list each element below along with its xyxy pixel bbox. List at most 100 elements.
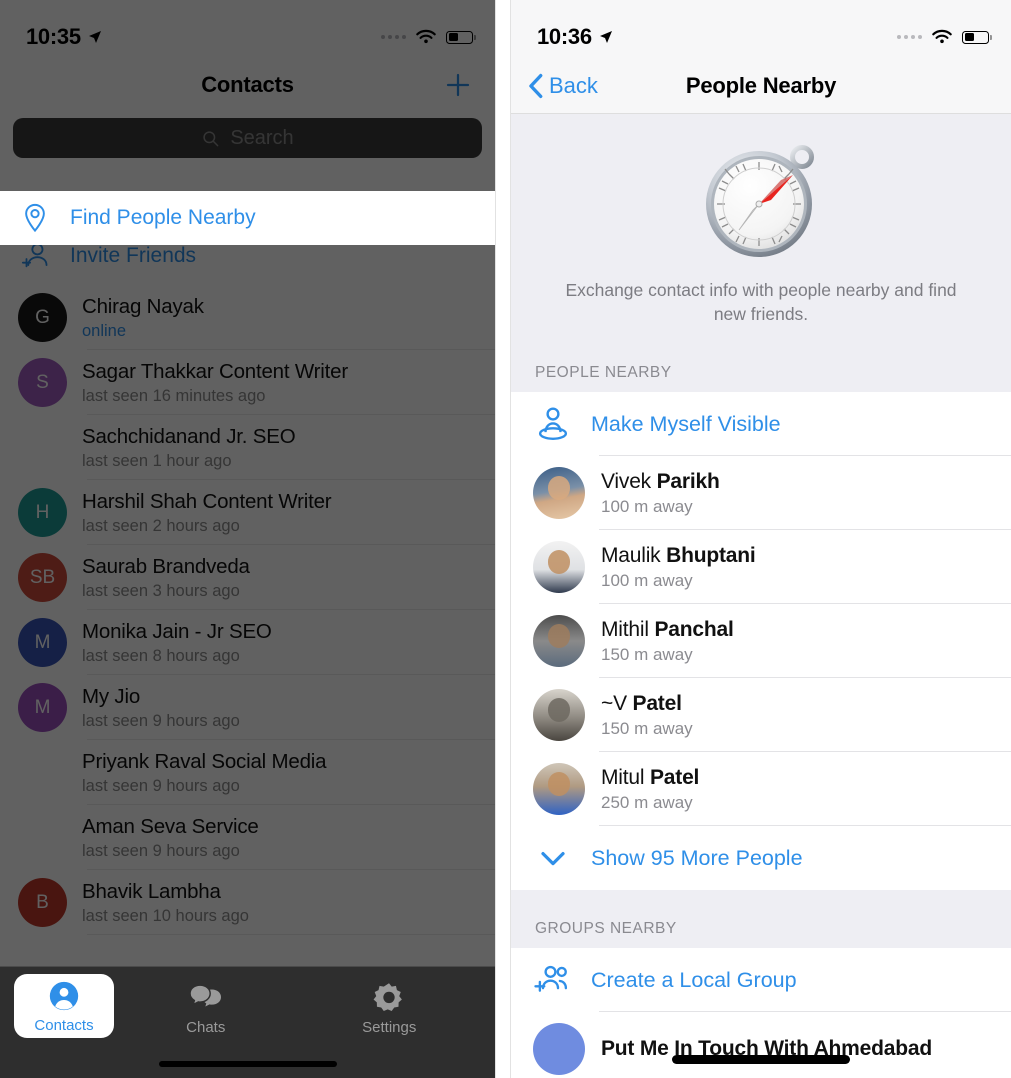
contact-texts: Harshil Shah Content Writer last seen 2 h… — [82, 489, 332, 536]
contact-texts: Priyank Raval Social Media last seen 9 ho… — [82, 749, 327, 796]
contact-status: last seen 10 hours ago — [82, 906, 249, 925]
status-time-group: 10:36 — [537, 24, 614, 50]
person-last-name: Parikh — [656, 469, 720, 493]
nearby-person-row[interactable]: Vivek Parikh 100 m away — [511, 456, 1011, 531]
contact-name: Saurab Brandveda — [82, 554, 250, 578]
contact-name: Aman Seva Service — [82, 814, 259, 838]
battery-icon — [446, 30, 476, 44]
location-arrow-icon — [88, 31, 101, 43]
contact-name: My Jio — [82, 684, 141, 708]
compass-wrap — [511, 140, 1011, 262]
show-more-people-row[interactable]: Show 95 More People — [511, 826, 1011, 891]
contact-row[interactable]: M Monika Jain - Jr SEO last seen 8 hours a… — [0, 610, 495, 675]
contact-status: last seen 8 hours ago — [82, 646, 240, 665]
avatar: M — [18, 618, 67, 667]
cellular-dots-icon — [381, 35, 406, 39]
contact-texts: Saurab Brandveda last seen 3 hours ago — [82, 555, 250, 601]
person-name: ~V Patel — [601, 692, 693, 716]
contact-status: last seen 9 hours ago — [82, 776, 240, 795]
contact-name: Bhavik Lambha — [82, 879, 221, 903]
contact-row[interactable]: G Chirag Nayak online — [0, 285, 495, 350]
search-container: Search — [0, 112, 495, 172]
make-myself-visible-row[interactable]: Make Myself Visible — [511, 392, 1011, 457]
find-people-nearby-row[interactable]: Find People Nearby — [0, 191, 495, 245]
contact-texts: Sachchidanand Jr. SEO last seen 1 hour ag… — [82, 424, 296, 471]
status-indicators — [897, 29, 992, 45]
search-icon — [203, 130, 219, 146]
person-distance: 100 m away — [601, 496, 693, 516]
plus-icon[interactable] — [443, 70, 473, 100]
status-time: 10:35 — [26, 24, 81, 49]
person-texts: ~V Patel 150 m away — [601, 692, 693, 739]
bottom-tab-bar: Contacts Chats Settings — [0, 966, 495, 1078]
page-title: Contacts — [201, 72, 294, 97]
left-phone-panel: 10:35 Contacts Search Invite Friends G C… — [0, 0, 496, 1078]
person-distance: 250 m away — [601, 792, 693, 812]
contact-status: last seen 2 hours ago — [82, 516, 240, 535]
home-indicator[interactable] — [158, 1061, 337, 1067]
gear-icon — [373, 982, 403, 1011]
cellular-dots-icon — [897, 35, 922, 39]
avatar — [533, 467, 585, 520]
right-phone-panel: 10:36 Back People Nearby Exchange contac… — [510, 0, 1011, 1078]
contact-row[interactable]: Aman Seva Service last seen 9 hours ago — [0, 805, 495, 870]
invite-friends-label: Invite Friends — [70, 243, 197, 267]
person-circle-icon — [49, 981, 79, 1010]
home-indicator[interactable] — [672, 1055, 850, 1064]
contacts-list: G Chirag Nayak online S Sagar Thakkar Conten… — [0, 285, 495, 935]
chevron-left-icon — [529, 73, 543, 98]
contact-name: Sachchidanand Jr. SEO — [82, 424, 296, 448]
tab-list: Contacts Chats Settings — [0, 967, 495, 1045]
create-local-group-row[interactable]: Create a Local Group — [511, 948, 1011, 1013]
status-time-group: 10:35 — [26, 24, 103, 50]
contact-row[interactable]: Sachchidanand Jr. SEO last seen 1 hour ag… — [0, 415, 495, 480]
left-status-bar: 10:35 — [0, 0, 495, 58]
search-input[interactable]: Search — [13, 118, 482, 158]
tab-chats[interactable]: Chats — [114, 971, 298, 1045]
nearby-person-row[interactable]: ~V Patel 150 m away — [511, 678, 1011, 753]
contact-row[interactable]: Priyank Raval Social Media last seen 9 ho… — [0, 740, 495, 805]
contact-name: Harshil Shah Content Writer — [82, 489, 332, 513]
contact-status: last seen 16 minutes ago — [82, 386, 266, 405]
contact-row[interactable]: SB Saurab Brandveda last seen 3 hours ago — [0, 545, 495, 610]
nearby-person-row[interactable]: Maulik Bhuptani 100 m away — [511, 530, 1011, 605]
contact-name: Priyank Raval Social Media — [82, 749, 327, 773]
avatar: G — [18, 293, 67, 342]
tab-settings-label: Settings — [362, 1018, 417, 1036]
nearby-person-row[interactable]: Mithil Panchal 150 m away — [511, 604, 1011, 679]
person-last-name: Patel — [632, 691, 682, 715]
tab-chats-label: Chats — [186, 1018, 226, 1036]
avatar — [18, 748, 67, 797]
tab-contacts[interactable]: Contacts — [14, 974, 114, 1038]
contact-row[interactable]: B Bhavik Lambha last seen 10 hours ago — [0, 870, 495, 935]
person-distance: 150 m away — [601, 644, 693, 664]
hero-description: Exchange contact info with people nearby… — [565, 280, 957, 325]
back-label: Back — [549, 72, 598, 98]
back-button[interactable]: Back — [527, 73, 598, 99]
nearby-group-row[interactable]: Put Me In Touch With Ahmedabad — [511, 1012, 1011, 1078]
contact-status: last seen 9 hours ago — [82, 711, 240, 730]
person-first-name: Vivek — [601, 469, 657, 493]
battery-icon — [962, 30, 992, 44]
avatar — [533, 541, 585, 594]
right-status-bar: 10:36 — [511, 0, 1011, 58]
avatar: B — [18, 878, 67, 927]
show-more-people-label: Show 95 More People — [591, 845, 803, 870]
wifi-icon — [416, 29, 436, 44]
person-name: Vivek Parikh — [601, 470, 720, 494]
contact-row[interactable]: H Harshil Shah Content Writer last seen 2 … — [0, 480, 495, 545]
contact-row[interactable]: M My Jio last seen 9 hours ago — [0, 675, 495, 740]
contact-name: Chirag Nayak — [82, 294, 204, 318]
people-nearby-section-header: PEOPLE NEARBY — [511, 334, 1011, 393]
people-nearby-list: Make Myself Visible Vivek Parikh 100 m aw… — [511, 392, 1011, 891]
contact-row[interactable]: S Sagar Thakkar Content Writer last seen 1… — [0, 350, 495, 415]
contact-texts: My Jio last seen 9 hours ago — [82, 685, 240, 731]
chat-bubbles-icon — [189, 983, 221, 1006]
avatar — [533, 763, 585, 816]
nearby-person-row[interactable]: Mitul Patel 250 m away — [511, 752, 1011, 827]
person-last-name: Panchal — [654, 617, 734, 641]
person-last-name: Bhuptani — [666, 543, 756, 567]
people-add-icon — [534, 966, 568, 993]
wifi-icon — [932, 29, 952, 44]
tab-settings[interactable]: Settings — [298, 971, 482, 1045]
